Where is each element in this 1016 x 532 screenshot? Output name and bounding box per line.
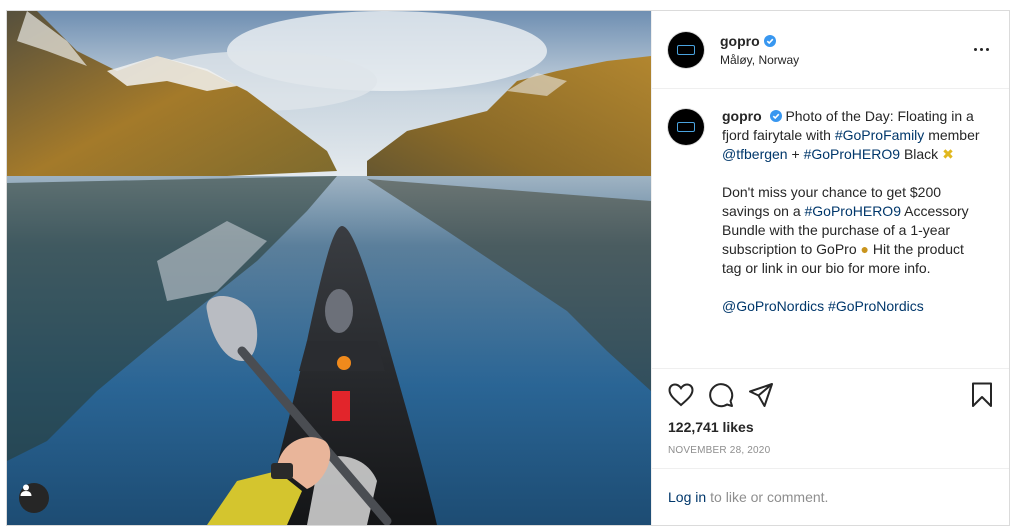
avatar[interactable] xyxy=(668,31,704,68)
login-prompt: Log in to like or comment. xyxy=(652,468,1009,525)
kayak-fjord-image xyxy=(7,11,651,525)
caption: gopro Photo of the Day: Floating in a fj… xyxy=(668,107,993,316)
gopro-logo-icon xyxy=(677,122,695,132)
share-button[interactable] xyxy=(748,375,788,415)
login-link[interactable]: Log in xyxy=(668,489,706,505)
post-date[interactable]: November 28, 2020 xyxy=(668,445,993,456)
location-link[interactable]: Måløy, Norway xyxy=(720,53,969,67)
save-bookmark-icon xyxy=(972,382,992,407)
like-heart-icon xyxy=(668,383,694,407)
post-card: gopro Måløy, Norway gopro Photo of the D… xyxy=(6,10,1010,526)
caption-username[interactable]: gopro xyxy=(722,108,762,124)
caption-avatar[interactable] xyxy=(668,109,704,145)
comment-button[interactable] xyxy=(708,375,748,415)
more-options-icon xyxy=(973,48,977,51)
post-sidebar: gopro Måløy, Norway gopro Photo of the D… xyxy=(651,11,1009,525)
username-link[interactable]: gopro xyxy=(720,33,760,49)
money-bag-emoji-icon: ● xyxy=(860,241,869,257)
action-icons xyxy=(668,375,993,415)
user-tag-button[interactable] xyxy=(19,483,49,513)
mention-gopro-nordics[interactable]: @GoProNordics xyxy=(722,298,824,314)
gopro-logo-icon xyxy=(677,44,695,55)
like-button[interactable] xyxy=(668,375,708,415)
hashtag-gopro-nordics[interactable]: #GoProNordics xyxy=(828,298,924,314)
verified-badge-icon xyxy=(763,34,776,47)
caption-text: gopro Photo of the Day: Floating in a fj… xyxy=(722,107,984,316)
more-options-button[interactable] xyxy=(969,38,993,62)
post-photo[interactable] xyxy=(7,11,651,525)
hashtag-gopro-hero9-b[interactable]: #GoProHERO9 xyxy=(805,203,901,219)
verified-badge-icon xyxy=(769,110,782,122)
hashtag-gopro-family[interactable]: #GoProFamily xyxy=(835,127,924,143)
caption-area: gopro Photo of the Day: Floating in a fj… xyxy=(652,89,1009,368)
hashtag-gopro-hero9[interactable]: #GoProHERO9 xyxy=(804,146,900,162)
likes-count[interactable]: 122,741 likes xyxy=(668,419,993,435)
username-row: gopro xyxy=(720,33,969,49)
save-button[interactable] xyxy=(961,375,993,415)
actions-area: 122,741 likes November 28, 2020 xyxy=(652,368,1009,456)
caption-plus: + xyxy=(791,146,800,162)
crossed-fingers-emoji-icon: ✖ xyxy=(942,146,954,162)
user-tag-icon xyxy=(20,484,32,496)
mention-tfbergen[interactable]: @tfbergen xyxy=(722,146,788,162)
caption-member: member xyxy=(928,127,980,143)
comment-icon xyxy=(709,383,734,408)
header-text: gopro Måløy, Norway xyxy=(720,33,969,67)
login-suffix: to like or comment. xyxy=(710,489,829,505)
caption-black: Black xyxy=(903,146,939,162)
share-icon xyxy=(749,383,773,407)
post-header: gopro Måløy, Norway xyxy=(652,11,1009,89)
